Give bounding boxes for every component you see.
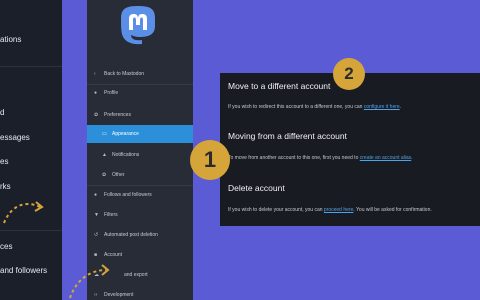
sidebar-item-other[interactable]: ✿ Other bbox=[87, 166, 193, 184]
section-text-delete: If you wish to delete your account, you … bbox=[228, 207, 432, 213]
sidebar-item-label: Other bbox=[112, 172, 125, 178]
sidebar-item-preferences[interactable]: ✿ Preferences bbox=[87, 106, 193, 124]
section-title-delete: Delete account bbox=[228, 183, 285, 193]
arrow-icon bbox=[3, 201, 44, 224]
left-nav-item[interactable]: rks bbox=[0, 182, 11, 191]
divider bbox=[0, 66, 62, 67]
proceed-link[interactable]: proceed here bbox=[324, 207, 353, 213]
left-nav-item[interactable]: essages bbox=[0, 133, 30, 142]
users-icon: ● bbox=[94, 192, 98, 198]
sidebar-item-filters[interactable]: ▼ Filters bbox=[87, 206, 193, 224]
account-settings-panel: Move to a different account If you wish … bbox=[220, 73, 480, 226]
configure-link[interactable]: configure it here bbox=[364, 104, 400, 110]
filter-icon: ▼ bbox=[94, 212, 99, 218]
gear-icon: ✿ bbox=[94, 112, 99, 118]
step-badge-2: 2 bbox=[333, 58, 365, 90]
section-text-move: If you wish to redirect this account to … bbox=[228, 104, 402, 110]
sidebar-item-notifications[interactable]: ▲ Notifications bbox=[87, 146, 193, 164]
sidebar-item-label: Filters bbox=[104, 212, 118, 218]
step-badge-1: 1 bbox=[190, 140, 230, 180]
sidebar-item-profile[interactable]: ● Profile bbox=[87, 84, 193, 102]
sidebar-item-appearance[interactable]: ▭ Appearance bbox=[87, 125, 193, 143]
sidebar-item-label: Back to Mastodon bbox=[104, 71, 145, 77]
create-alias-link[interactable]: create an account alias bbox=[360, 155, 411, 161]
mastodon-logo bbox=[121, 6, 155, 45]
left-nav-item[interactable]: ces bbox=[0, 242, 12, 251]
sidebar-item-follows[interactable]: ● Follows and followers bbox=[87, 186, 193, 204]
sidebar-item-label: Automated post deletion bbox=[104, 232, 158, 238]
section-text-moving-from: To move from another account to this one… bbox=[228, 155, 413, 161]
left-navigation-panel: ations d essages es rks ces and follower… bbox=[0, 0, 62, 300]
left-nav-item[interactable]: es bbox=[0, 157, 8, 166]
left-nav-item[interactable]: ations bbox=[0, 35, 21, 44]
chevron-left-icon: ‹ bbox=[94, 71, 96, 77]
bell-icon: ▲ bbox=[102, 152, 107, 158]
left-nav-item[interactable]: d bbox=[0, 108, 4, 117]
left-nav-item[interactable]: and followers bbox=[0, 266, 47, 275]
sidebar-item-label: Appearance bbox=[112, 131, 139, 137]
monitor-icon: ▭ bbox=[102, 131, 107, 137]
sidebar-item-label: Notifications bbox=[112, 152, 140, 158]
sidebar-item-back[interactable]: ‹ Back to Mastodon bbox=[87, 65, 193, 83]
section-title-move: Move to a different account bbox=[228, 81, 331, 91]
gear-icon: ✿ bbox=[102, 172, 107, 178]
sidebar-item-label: and export bbox=[124, 272, 148, 278]
user-icon: ● bbox=[94, 90, 98, 96]
sidebar-item-label: Preferences bbox=[104, 112, 131, 118]
arrow-icon bbox=[69, 264, 110, 299]
sidebar-item-post-deletion[interactable]: ↺ Automated post deletion bbox=[87, 226, 193, 244]
sidebar-item-label: Profile bbox=[104, 90, 119, 96]
sidebar-item-label: Follows and followers bbox=[104, 192, 152, 198]
history-icon: ↺ bbox=[94, 232, 99, 238]
section-title-moving-from: Moving from a different account bbox=[228, 131, 347, 141]
